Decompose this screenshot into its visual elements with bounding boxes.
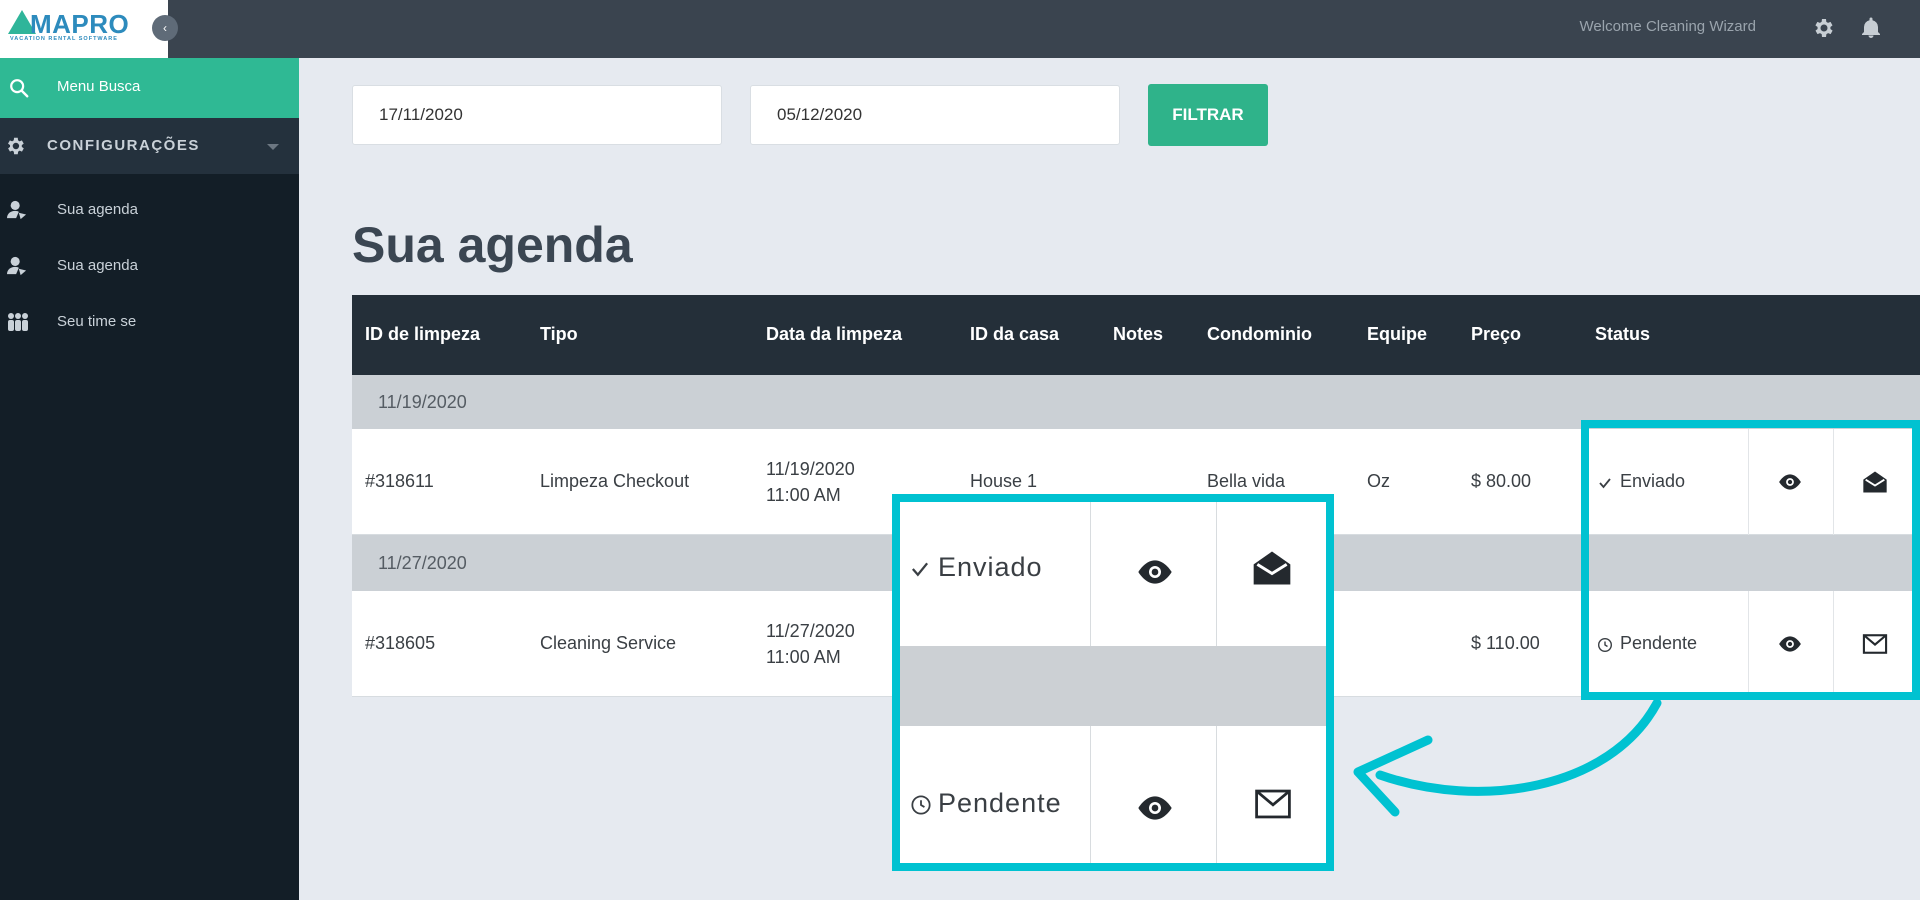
- top-bar: MAPRO VACATION RENTAL SOFTWARE ‹ Welcome…: [0, 0, 1920, 58]
- clock-icon: [911, 795, 931, 815]
- cell-tipo: Cleaning Service: [540, 633, 677, 653]
- cell-tipo: Limpeza Checkout: [540, 471, 690, 491]
- column-header-tipo[interactable]: Tipo: [540, 324, 578, 345]
- column-header-data[interactable]: Data da limpeza: [766, 324, 902, 345]
- welcome-text: Welcome Cleaning Wizard: [1579, 18, 1756, 35]
- sidebar-item-label: Menu Busca: [57, 78, 141, 95]
- group-date: 11/19/2020: [378, 392, 467, 412]
- cell-time: 11:00 AM: [766, 647, 841, 667]
- status-actions-highlight: [1581, 420, 1920, 700]
- column-header-notes[interactable]: Notes: [1113, 324, 1163, 345]
- zoom-callout: Enviado Pendente: [892, 494, 1334, 871]
- sidebar-item-sua-agenda-2[interactable]: Sua agenda: [0, 244, 299, 288]
- sidebar-item-label: CONFIGURAÇÕES: [47, 137, 200, 154]
- callout-status-pending: Pendente: [938, 788, 1062, 818]
- cell-casa: House 1: [970, 471, 1038, 491]
- bell-icon[interactable]: [1859, 16, 1883, 40]
- column-header-casa[interactable]: ID da casa: [970, 324, 1059, 345]
- sidebar-item-seu-time[interactable]: Seu time se: [0, 300, 299, 344]
- filter-button[interactable]: FILTRAR: [1148, 84, 1268, 146]
- logo-subtitle: VACATION RENTAL SOFTWARE: [10, 36, 118, 42]
- start-date-input[interactable]: [352, 85, 722, 145]
- team-icon: [8, 313, 28, 331]
- cell-equipe: Oz: [1367, 471, 1391, 491]
- column-header-status[interactable]: Status: [1595, 324, 1650, 345]
- search-icon: [10, 79, 29, 98]
- cell-date: 11/19/2020: [766, 459, 855, 479]
- cell-condominio: Bella vida: [1207, 471, 1286, 491]
- column-header-id[interactable]: ID de limpeza: [365, 324, 480, 345]
- callout-status-sent: Enviado: [938, 552, 1043, 582]
- mail-closed-icon: [1255, 789, 1291, 819]
- gear-icon: [8, 137, 24, 155]
- eye-icon: [1138, 796, 1172, 820]
- cell-time: 11:00 AM: [766, 485, 841, 505]
- cell-id: #318605: [365, 633, 436, 653]
- page-title: Sua agenda: [352, 217, 633, 273]
- column-header-condominio[interactable]: Condominio: [1207, 324, 1312, 345]
- logo[interactable]: MAPRO VACATION RENTAL SOFTWARE: [0, 0, 168, 58]
- check-icon: [911, 562, 929, 577]
- sidebar-item-label: Sua agenda: [57, 201, 138, 218]
- cell-date: 11/27/2020: [766, 621, 855, 641]
- sidebar-item-sua-agenda[interactable]: Sua agenda: [0, 188, 299, 232]
- cell-id: #318611: [365, 471, 434, 491]
- group-date: 11/27/2020: [378, 553, 467, 573]
- column-header-preco[interactable]: Preço: [1471, 324, 1521, 345]
- sidebar-item-configuracoes[interactable]: CONFIGURAÇÕES: [0, 118, 299, 174]
- end-date-input[interactable]: [750, 85, 1120, 145]
- column-header-equipe[interactable]: Equipe: [1367, 324, 1427, 345]
- chevron-down-icon: [267, 144, 279, 150]
- table-header: ID de limpeza Tipo Data da limpeza ID da…: [352, 295, 1920, 375]
- sidebar-collapse-button[interactable]: ‹: [152, 15, 178, 41]
- cell-preco: $ 80.00: [1471, 471, 1532, 491]
- sidebar-item-label: Sua agenda: [57, 257, 138, 274]
- user-cleaning-icon: [7, 200, 27, 220]
- callout-group-row: [900, 646, 1326, 726]
- sidebar-item-label: Seu time se: [57, 313, 137, 330]
- user-cleaning-icon: [7, 256, 27, 276]
- eye-icon: [1138, 560, 1172, 584]
- cell-preco: $ 110.00: [1471, 633, 1540, 653]
- gear-icon[interactable]: [1811, 16, 1835, 40]
- sidebar-item-menu-busca[interactable]: Menu Busca: [0, 58, 299, 118]
- mail-open-icon: [1253, 551, 1291, 585]
- sidebar: Menu Busca CONFIGURAÇÕES Sua agenda Sua …: [0, 58, 299, 900]
